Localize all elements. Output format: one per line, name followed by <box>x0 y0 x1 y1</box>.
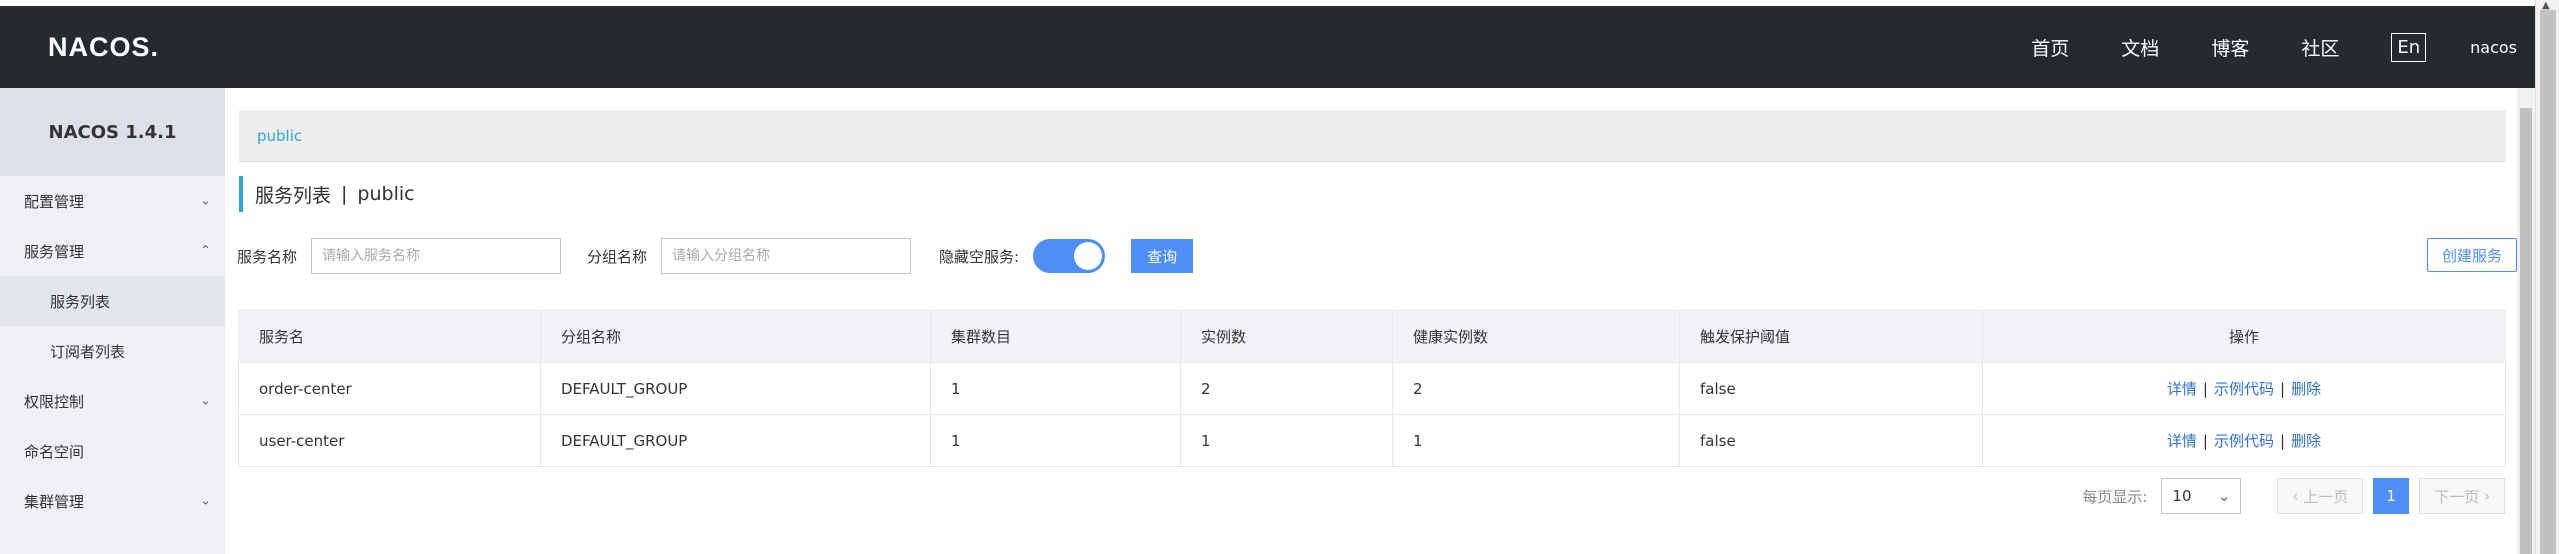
sidebar-item-label: 命名空间 <box>24 442 85 461</box>
col-operations: 操作 <box>1982 310 2506 363</box>
prev-page-button[interactable]: ‹ 上一页 <box>2277 478 2364 514</box>
nav-home[interactable]: 首页 <box>2031 34 2069 61</box>
filter-bar: 服务名称 分组名称 隐藏空服务: 查询 创建服务 <box>237 236 2517 276</box>
cell-healthy-count: 2 <box>1392 362 1680 415</box>
sidebar-item-auth[interactable]: 权限控制 ⌄ <box>0 376 225 426</box>
ops-separator: | <box>2280 380 2286 398</box>
next-page-button[interactable]: 下一页 › <box>2419 478 2505 514</box>
sidebar: NACOS 1.4.1 配置管理 ⌄ 服务管理 ⌃ 服务列表 订阅者列表 权限控… <box>0 88 225 554</box>
page-number-current[interactable]: 1 <box>2373 478 2410 514</box>
chevron-right-icon: › <box>2479 487 2490 505</box>
group-name-label: 分组名称 <box>587 247 648 266</box>
group-name-input[interactable] <box>661 238 912 274</box>
user-name[interactable]: nacos <box>2470 38 2517 57</box>
ops-separator: | <box>2202 432 2208 450</box>
chevron-down-icon: ⌄ <box>200 393 211 409</box>
sample-code-link[interactable]: 示例代码 <box>2214 432 2274 450</box>
table-row: order-center DEFAULT_GROUP 1 2 2 false 详… <box>238 362 2506 415</box>
prev-page-label: 上一页 <box>2303 487 2349 506</box>
namespace-public-link[interactable]: public <box>257 127 302 145</box>
cell-service-name: order-center <box>238 362 541 415</box>
sidebar-item-service[interactable]: 服务管理 ⌃ <box>0 226 225 276</box>
chevron-down-icon: ⌄ <box>2217 487 2231 505</box>
detail-link[interactable]: 详情 <box>2167 380 2197 398</box>
table-header-row: 服务名 分组名称 集群数目 实例数 健康实例数 触发保护阈值 操作 <box>238 310 2506 363</box>
per-page-value: 10 <box>2172 487 2192 505</box>
sidebar-item-label: 服务列表 <box>50 292 111 311</box>
sidebar-item-service-list[interactable]: 服务列表 <box>0 276 225 326</box>
window-scrollbar[interactable]: ▲ <box>2535 0 2559 554</box>
sidebar-item-label: 权限控制 <box>24 392 85 411</box>
col-service-name[interactable]: 服务名 <box>238 310 541 363</box>
content-scrollbar-thumb[interactable] <box>2520 108 2532 554</box>
col-healthy-count[interactable]: 健康实例数 <box>1392 310 1680 363</box>
hide-empty-label: 隐藏空服务: <box>939 247 1020 266</box>
content-scrollbar[interactable] <box>2517 88 2535 554</box>
cell-cluster-count: 1 <box>930 414 1181 467</box>
chevron-left-icon: ‹ <box>2292 487 2304 505</box>
sidebar-item-config[interactable]: 配置管理 ⌄ <box>0 176 225 226</box>
top-navbar: NACOS. 首页 文档 博客 社区 En nacos <box>0 6 2535 88</box>
cell-instance-count: 2 <box>1180 362 1393 415</box>
cell-service-name: user-center <box>238 414 541 467</box>
main-content: public 服务列表 | public 服务名称 分组名称 隐藏空服务: 查询… <box>225 88 2535 554</box>
chevron-down-icon: ⌄ <box>200 493 211 509</box>
top-nav: 首页 文档 博客 社区 En nacos <box>2031 6 2535 88</box>
sidebar-item-label: 服务管理 <box>24 242 85 261</box>
cell-instance-count: 1 <box>1180 414 1393 467</box>
pagination: 每页显示: 10 ⌄ ‹ 上一页 1 下一页 › <box>2082 478 2505 514</box>
next-page-label: 下一页 <box>2434 487 2480 506</box>
hide-empty-toggle[interactable] <box>1033 239 1106 273</box>
version-title: NACOS 1.4.1 <box>0 88 225 176</box>
page-title-main: 服务列表 <box>255 184 332 207</box>
ops-separator: | <box>2280 432 2286 450</box>
col-protect-threshold[interactable]: 触发保护阈值 <box>1679 310 1983 363</box>
cell-group-name: DEFAULT_GROUP <box>540 362 931 415</box>
chevron-down-icon: ⌄ <box>200 193 211 209</box>
service-name-input[interactable] <box>311 238 562 274</box>
per-page-select[interactable]: 10 ⌄ <box>2161 478 2242 514</box>
sidebar-item-cluster[interactable]: 集群管理 ⌄ <box>0 476 225 526</box>
delete-link[interactable]: 删除 <box>2291 432 2321 450</box>
nacos-logo[interactable]: NACOS. <box>48 32 159 63</box>
namespace-bar: public <box>239 110 2506 162</box>
cell-operations: 详情 | 示例代码 | 删除 <box>1982 414 2506 467</box>
cell-protect-threshold: false <box>1679 362 1983 415</box>
ops-separator: | <box>2202 380 2208 398</box>
service-name-label: 服务名称 <box>237 247 298 266</box>
cell-healthy-count: 1 <box>1392 414 1680 467</box>
query-button[interactable]: 查询 <box>1131 239 1194 273</box>
table-row: user-center DEFAULT_GROUP 1 1 1 false 详情… <box>238 414 2506 467</box>
per-page-label: 每页显示: <box>2082 487 2148 506</box>
cell-operations: 详情 | 示例代码 | 删除 <box>1982 362 2506 415</box>
toggle-knob <box>1074 242 1103 270</box>
language-switch[interactable]: En <box>2391 32 2427 62</box>
delete-link[interactable]: 删除 <box>2291 380 2321 398</box>
page-title-separator: | <box>341 183 348 205</box>
sidebar-item-label: 集群管理 <box>24 492 85 511</box>
cell-group-name: DEFAULT_GROUP <box>540 414 931 467</box>
page-title-namespace: public <box>357 183 415 205</box>
nav-blog[interactable]: 博客 <box>2211 34 2249 61</box>
sidebar-item-subscribers[interactable]: 订阅者列表 <box>0 326 225 376</box>
col-group-name[interactable]: 分组名称 <box>540 310 931 363</box>
sample-code-link[interactable]: 示例代码 <box>2214 380 2274 398</box>
create-service-button[interactable]: 创建服务 <box>2426 238 2517 272</box>
chevron-up-icon: ⌃ <box>200 243 211 259</box>
cell-protect-threshold: false <box>1679 414 1983 467</box>
sidebar-item-label: 配置管理 <box>24 192 85 211</box>
col-instance-count[interactable]: 实例数 <box>1180 310 1393 363</box>
sidebar-item-label: 订阅者列表 <box>50 342 126 361</box>
nav-community[interactable]: 社区 <box>2301 34 2339 61</box>
cell-cluster-count: 1 <box>930 362 1181 415</box>
nav-docs[interactable]: 文档 <box>2121 34 2159 61</box>
col-cluster-count[interactable]: 集群数目 <box>930 310 1181 363</box>
service-table: 服务名 分组名称 集群数目 实例数 健康实例数 触发保护阈值 操作 order-… <box>238 310 2506 467</box>
window-scrollbar-thumb[interactable] <box>2540 10 2556 554</box>
page-title: 服务列表 | public <box>239 176 415 212</box>
sidebar-item-namespace[interactable]: 命名空间 <box>0 426 225 476</box>
detail-link[interactable]: 详情 <box>2167 432 2197 450</box>
